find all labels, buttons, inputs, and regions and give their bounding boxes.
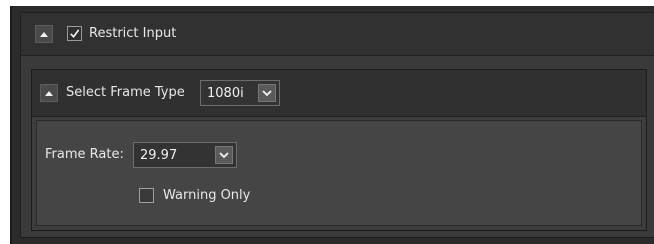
frame-rate-value: 29.97 [140,147,178,163]
restrict-input-header: Restrict Input [21,13,654,56]
frame-type-select[interactable]: 1080i [200,80,280,106]
collapse-restrict-button[interactable] [35,25,53,43]
frame-rate-section: Frame Rate: 29.97 Warning Only [36,120,642,226]
frame-rate-select[interactable]: 29.97 [133,142,237,168]
frame-type-value: 1080i [207,85,244,101]
checkmark-icon [70,29,80,38]
restrict-input-label: Restrict Input [89,26,177,41]
collapse-up-icon [45,90,53,96]
chevron-down-icon[interactable] [215,146,233,164]
chevron-down-icon[interactable] [258,84,276,102]
frame-rate-label: Frame Rate: [45,147,124,162]
restrict-input-panel: Restrict Input Select Frame Type 1080i F… [20,12,654,238]
frame-type-header: Select Frame Type 1080i [32,70,646,117]
frame-type-panel: Select Frame Type 1080i Frame Rate: 29.9… [31,69,647,231]
collapse-up-icon [40,31,48,37]
frame-type-label: Select Frame Type [66,85,185,100]
app-frame: Restrict Input Select Frame Type 1080i F… [10,6,654,244]
warning-only-label: Warning Only [163,188,251,203]
warning-only-checkbox[interactable] [139,188,154,203]
collapse-frame-type-button[interactable] [40,84,58,102]
restrict-input-checkbox[interactable] [67,26,82,41]
